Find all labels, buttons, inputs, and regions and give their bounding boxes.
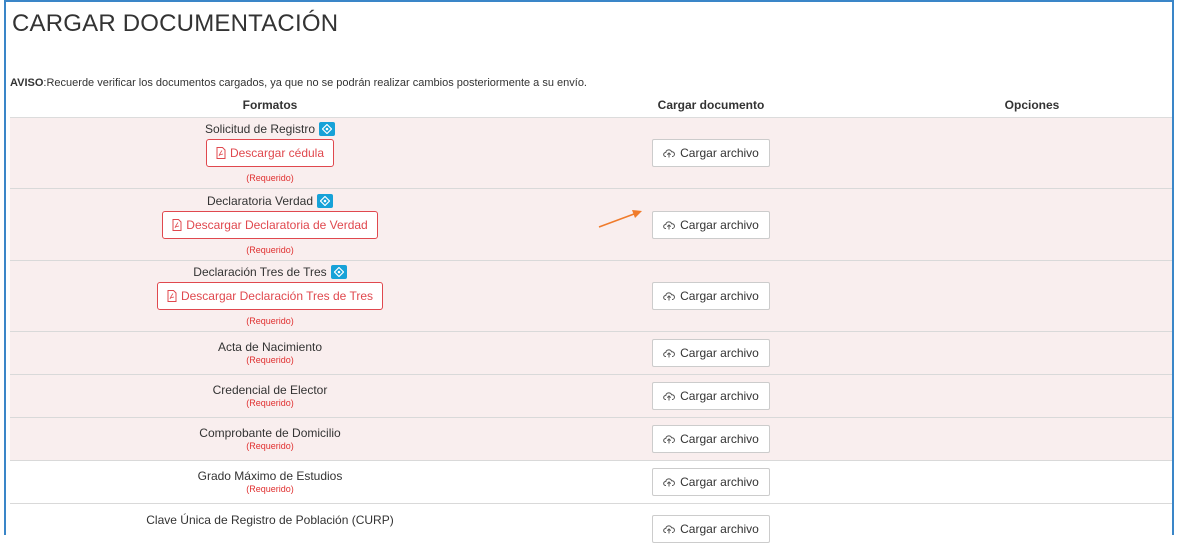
table-row: Grado Máximo de Estudios (Requerido) Car… — [10, 460, 1172, 504]
upload-cell: Cargar archivo — [530, 417, 892, 461]
options-cell — [892, 117, 1172, 189]
upload-label: Cargar archivo — [680, 146, 759, 160]
upload-button[interactable]: Cargar archivo — [652, 425, 770, 453]
pdf-icon — [167, 290, 177, 302]
upload-button[interactable]: Cargar archivo — [652, 339, 770, 367]
annotation-arrow — [598, 210, 642, 228]
download-label: Descargar cédula — [229, 146, 325, 160]
upload-label: Cargar archivo — [680, 346, 759, 360]
options-cell — [892, 460, 1172, 504]
doc-name: Acta de Nacimiento — [217, 340, 323, 354]
download-button[interactable]: Descargar Declaratoria de Verdad — [162, 210, 378, 239]
doc-name: Declaración Tres de Tres — [193, 265, 327, 279]
cloud-upload-icon — [663, 392, 676, 401]
upload-label: Cargar archivo — [680, 432, 759, 446]
notice-label: AVISO — [10, 77, 44, 89]
pdf-icon — [172, 218, 182, 231]
table-row: Acta de Nacimiento (Requerido) Cargar ar… — [10, 331, 1172, 375]
upload-cell: Cargar archivo — [530, 503, 892, 554]
upload-button[interactable]: Cargar archivo — [652, 139, 770, 167]
required-label: (Requerido) — [246, 244, 294, 255]
doc-name: Comprobante de Domicilio — [199, 426, 341, 440]
upload-label: Cargar archivo — [680, 475, 759, 489]
required-label: (Requerido) — [246, 173, 294, 183]
format-cell: Declaratoria Verdad Descargar Declarator… — [10, 188, 530, 261]
doc-name: Clave Única de Registro de Población (CU… — [146, 513, 394, 527]
info-icon[interactable] — [330, 265, 347, 279]
download-button[interactable]: Descargar Declaración Tres de Tres — [156, 282, 384, 310]
options-cell — [892, 374, 1172, 418]
cloud-upload-icon — [663, 435, 676, 444]
options-cell — [892, 260, 1172, 332]
page-frame: CARGAR DOCUMENTACIÓN AVISO:Recuerde veri… — [4, 0, 1174, 554]
doc-name: Declaratoria Verdad — [206, 193, 314, 208]
notice: AVISO:Recuerde verificar los documentos … — [10, 77, 587, 89]
pdf-icon — [216, 147, 226, 159]
upload-cell: Cargar archivo — [530, 374, 892, 418]
download-button[interactable]: Descargar cédula — [205, 139, 335, 167]
table-row: Clave Única de Registro de Población (CU… — [10, 503, 1172, 554]
format-cell: Grado Máximo de Estudios (Requerido) — [10, 460, 530, 504]
format-cell: Acta de Nacimiento (Requerido) — [10, 331, 530, 375]
cloud-upload-icon — [663, 349, 676, 358]
required-label: (Requerido) — [246, 441, 294, 451]
options-cell — [892, 503, 1172, 554]
upload-cell: Cargar archivo — [530, 331, 892, 375]
table-row: Solicitud de Registro Descargar cédula (… — [10, 117, 1172, 189]
table-row: Declaratoria Verdad Descargar Declarator… — [10, 188, 1172, 261]
download-label: Descargar Declaración Tres de Tres — [180, 289, 374, 303]
upload-cell: Cargar archivo — [530, 260, 892, 332]
upload-button[interactable]: Cargar archivo — [652, 468, 770, 496]
upload-cell: Cargar archivo — [530, 188, 892, 261]
upload-button[interactable]: Cargar archivo — [652, 210, 770, 239]
upload-label: Cargar archivo — [680, 217, 759, 232]
notice-text: :Recuerde verificar los documentos carga… — [43, 77, 587, 89]
format-cell: Declaración Tres de Tres Descargar Decla… — [10, 260, 530, 332]
info-icon[interactable] — [319, 122, 336, 136]
table-row: Declaración Tres de Tres Descargar Decla… — [10, 260, 1172, 332]
format-cell: Clave Única de Registro de Población (CU… — [10, 503, 530, 554]
cloud-upload-icon — [663, 220, 676, 229]
info-icon[interactable] — [317, 193, 334, 208]
required-label: (Requerido) — [246, 398, 294, 408]
options-cell — [892, 188, 1172, 261]
upload-label: Cargar archivo — [680, 389, 759, 403]
doc-name: Grado Máximo de Estudios — [197, 469, 343, 483]
options-cell — [892, 417, 1172, 461]
cloud-upload-icon — [663, 478, 676, 487]
cloud-upload-icon — [663, 525, 676, 534]
header-opciones: Opciones — [892, 93, 1172, 118]
header-formatos: Formatos — [10, 93, 530, 118]
required-label: (Requerido) — [246, 316, 294, 326]
table-row: Comprobante de Domicilio (Requerido) Car… — [10, 417, 1172, 461]
documents-table: Formatos Cargar documento Opciones Solic… — [10, 93, 1172, 554]
header-cargar-documento: Cargar documento — [530, 93, 892, 118]
table-header: Formatos Cargar documento Opciones — [10, 93, 1172, 118]
required-label: (Requerido) — [246, 355, 294, 365]
upload-cell: Cargar archivo — [530, 117, 892, 189]
required-label: (Requerido) — [246, 484, 294, 494]
table-row: Credencial de Elector (Requerido) Cargar… — [10, 374, 1172, 418]
doc-name: Solicitud de Registro — [204, 122, 316, 136]
upload-button[interactable]: Cargar archivo — [652, 514, 770, 543]
cloud-upload-icon — [663, 149, 676, 158]
download-label: Descargar Declaratoria de Verdad — [186, 217, 368, 232]
cloud-upload-icon — [663, 292, 676, 301]
format-cell: Solicitud de Registro Descargar cédula (… — [10, 117, 530, 189]
upload-cell: Cargar archivo — [530, 460, 892, 504]
upload-button[interactable]: Cargar archivo — [652, 382, 770, 410]
upload-label: Cargar archivo — [680, 521, 759, 536]
options-cell — [892, 331, 1172, 375]
upload-label: Cargar archivo — [680, 289, 759, 303]
page-title: CARGAR DOCUMENTACIÓN — [12, 10, 339, 37]
upload-button[interactable]: Cargar archivo — [652, 282, 770, 310]
format-cell: Comprobante de Domicilio (Requerido) — [10, 417, 530, 461]
doc-name: Credencial de Elector — [212, 383, 328, 397]
format-cell: Credencial de Elector (Requerido) — [10, 374, 530, 418]
